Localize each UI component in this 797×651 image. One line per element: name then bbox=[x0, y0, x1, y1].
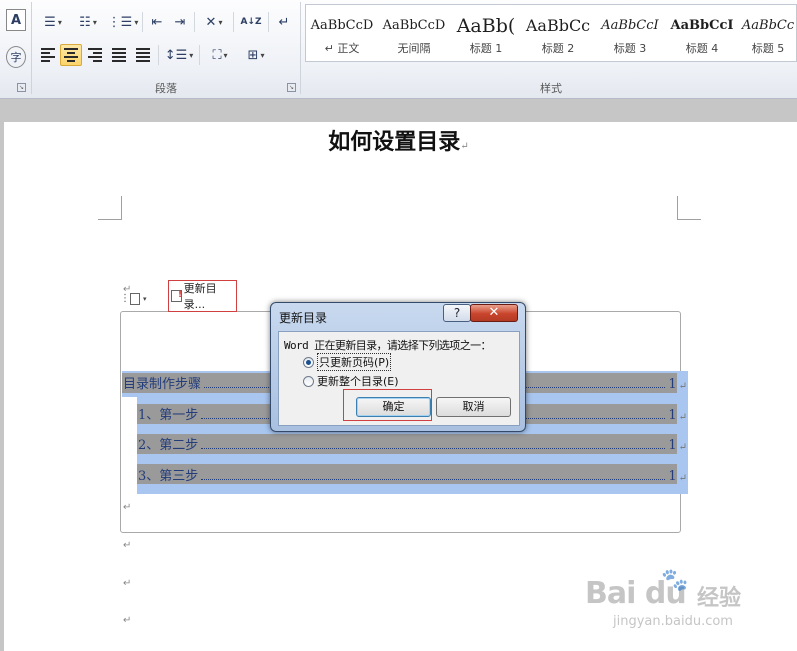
increase-indent-button[interactable]: ⇥ bbox=[169, 11, 191, 33]
annotation-highlight-box bbox=[343, 389, 432, 421]
borders-button[interactable]: ⊞ ▾ bbox=[240, 44, 272, 66]
shading-button[interactable]: ⛶ ▾ bbox=[204, 44, 236, 66]
style-no-spacing[interactable]: AaBbCcD 无间隔 bbox=[378, 5, 450, 63]
paw-icon: 🐾 bbox=[661, 568, 689, 593]
margin-corner-mark bbox=[98, 196, 122, 220]
numbering-icon: ☷ bbox=[79, 14, 91, 30]
chinese-layout-button[interactable]: ✕ ▾ bbox=[198, 11, 230, 33]
paint-bucket-icon: ⛶ bbox=[212, 47, 222, 63]
distribute-button[interactable] bbox=[132, 44, 154, 66]
watermark: Bai du 🐾 经验 jingyan.baidu.com bbox=[585, 568, 790, 638]
increase-indent-icon: ⇥ bbox=[174, 14, 186, 30]
chevron-down-icon: ▾ bbox=[57, 17, 62, 27]
align-left-icon bbox=[41, 46, 55, 64]
ribbon: A 字 ☰ ▾ ☷ ▾ ⋮☰ ▾ ⇤ ⇥ ✕ ▾ A↓Z ↵ ↕☰ ▾ ⛶ ▾ ⊞ ▾ 段落 … bbox=[0, 0, 797, 99]
decrease-indent-button[interactable]: ⇤ bbox=[146, 11, 168, 33]
radio-unchecked-icon[interactable] bbox=[303, 375, 314, 387]
align-right-button[interactable] bbox=[84, 44, 106, 66]
divider bbox=[233, 12, 234, 32]
divider bbox=[199, 45, 200, 65]
decrease-indent-icon: ⇤ bbox=[151, 14, 163, 30]
dialog-title: 更新目录 bbox=[279, 311, 328, 325]
paragraph-dialog-launcher-icon[interactable]: ↘ bbox=[287, 83, 296, 92]
char-border-icon[interactable]: A bbox=[6, 9, 26, 31]
chevron-down-icon: ▾ bbox=[189, 50, 194, 60]
style-heading-5[interactable]: AaBbCc 标题 5 bbox=[738, 5, 797, 63]
font-dialog-launcher-icon[interactable]: ↘ bbox=[17, 83, 26, 92]
align-right-icon bbox=[88, 46, 102, 64]
radio-checked-icon[interactable] bbox=[303, 356, 314, 368]
paragraph-mark: ↵ bbox=[123, 578, 132, 589]
chevron-down-icon: ▾ bbox=[223, 50, 228, 60]
sort-button[interactable]: A↓Z bbox=[238, 11, 264, 33]
numbering-button[interactable]: ☷ ▾ bbox=[72, 11, 104, 33]
chevron-down-icon: ▾ bbox=[92, 17, 97, 27]
chevron-down-icon: ▾ bbox=[134, 17, 139, 27]
distribute-icon bbox=[136, 46, 150, 64]
toc-menu-icon[interactable] bbox=[130, 292, 140, 305]
multilevel-list-button[interactable]: ⋮☰ ▾ bbox=[107, 11, 139, 33]
update-toc-button[interactable]: 更新目录... bbox=[168, 280, 237, 312]
sort-icon: A↓Z bbox=[240, 17, 262, 27]
drag-handle-icon[interactable]: ⋮ bbox=[120, 293, 130, 304]
justify-icon bbox=[112, 46, 126, 64]
show-marks-button[interactable]: ↵ bbox=[274, 11, 294, 33]
align-left-button[interactable] bbox=[37, 44, 59, 66]
group-divider bbox=[300, 2, 301, 94]
cancel-button[interactable]: 取消 bbox=[436, 397, 511, 417]
option-update-page-numbers[interactable]: 只更新页码(P) bbox=[303, 353, 392, 371]
line-spacing-button[interactable]: ↕☰ ▾ bbox=[163, 44, 195, 66]
page-title: 如何设置目录↵ bbox=[328, 129, 469, 155]
paragraph-mark: ↵ bbox=[123, 615, 132, 626]
watermark-url: jingyan.baidu.com bbox=[613, 614, 733, 629]
divider bbox=[268, 12, 269, 32]
toc-entry[interactable]: 2、第二步 1 ↵ bbox=[138, 435, 687, 453]
bullets-icon: ☰ bbox=[44, 14, 56, 30]
close-button[interactable]: ✕ bbox=[470, 304, 518, 322]
line-spacing-icon: ↕☰ bbox=[164, 47, 188, 63]
divider bbox=[158, 45, 159, 65]
style-heading-4[interactable]: AaBbCcI 标题 4 bbox=[666, 5, 738, 63]
pilcrow-icon: ↵ bbox=[278, 14, 290, 30]
multilevel-list-icon: ⋮☰ bbox=[107, 14, 133, 30]
paragraph-group-label: 段落 bbox=[155, 82, 177, 95]
paragraph-mark: ↵ bbox=[123, 502, 132, 513]
close-icon: ✕ bbox=[488, 305, 500, 320]
chevron-down-icon[interactable]: ▾ bbox=[143, 295, 147, 303]
chevron-down-icon: ▾ bbox=[218, 17, 223, 27]
styles-gallery: AaBbCcD ↵ 正文 AaBbCcD 无间隔 AaBb( 标题 1 AaBb… bbox=[305, 4, 797, 62]
bullets-button[interactable]: ☰ ▾ bbox=[38, 11, 68, 33]
enclose-char-icon[interactable]: 字 bbox=[6, 46, 26, 68]
align-center-button[interactable] bbox=[60, 44, 82, 66]
paragraph-mark: ↵ bbox=[123, 540, 132, 551]
styles-group-label: 样式 bbox=[540, 82, 562, 95]
chevron-down-icon: ▾ bbox=[260, 50, 265, 60]
margin-corner-mark bbox=[677, 196, 701, 220]
option-update-entire-table[interactable]: 更新整个目录(E) bbox=[303, 373, 399, 389]
style-heading-1[interactable]: AaBb( 标题 1 bbox=[450, 5, 522, 63]
help-icon: ? bbox=[453, 306, 461, 320]
paragraph-mark: ↵ bbox=[460, 141, 469, 152]
divider bbox=[142, 12, 143, 32]
dialog-message: Word 正在更新目录，请选择下列选项之一： bbox=[284, 339, 492, 352]
borders-icon: ⊞ bbox=[247, 47, 259, 63]
chinese-layout-icon: ✕ bbox=[205, 14, 217, 30]
style-heading-3[interactable]: AaBbCcI 标题 3 bbox=[594, 5, 666, 63]
align-center-icon bbox=[64, 46, 78, 64]
toc-entry[interactable]: 3、第三步 1 ↵ bbox=[138, 466, 687, 484]
style-normal[interactable]: AaBbCcD ↵ 正文 bbox=[306, 5, 378, 63]
help-button[interactable]: ? bbox=[443, 304, 471, 322]
watermark-jingyan: 经验 bbox=[697, 586, 742, 611]
style-heading-2[interactable]: AaBbCc 标题 2 bbox=[522, 5, 594, 63]
divider bbox=[194, 12, 195, 32]
update-toc-icon bbox=[171, 290, 182, 302]
justify-button[interactable] bbox=[108, 44, 130, 66]
